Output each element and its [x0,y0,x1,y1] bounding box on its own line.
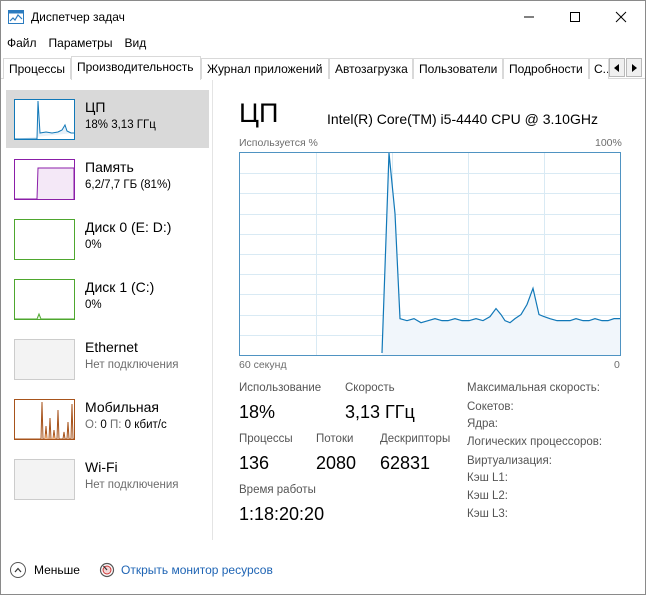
window-title: Диспетчер задач [31,10,125,24]
sidebar-item-subtitle: 0% [85,239,102,251]
resource-monitor-icon [99,562,115,578]
tab-performance[interactable]: Производительность [71,56,201,80]
cpu-model-name: Intel(R) Core(TM) i5-4440 CPU @ 3.10GHz [327,111,598,127]
cpu-usage-graph [239,152,621,356]
handles-label: Дескрипторы [380,433,451,445]
tab-services[interactable]: С... [589,58,609,79]
disk-0-thumbnail-graph [14,219,75,260]
cpu-thumbnail-graph [14,99,75,140]
usage-label: Использование [239,382,322,394]
wifi-thumbnail-graph [14,459,75,500]
footer-bar: Меньше Открыть монитор ресурсов [1,557,645,583]
sidebar-item-mobile[interactable]: Мобильная О: 0 П: 0 кбит/с [6,390,209,448]
page-title: ЦП [239,98,279,128]
sidebar-item-title: Диск 0 (E: D:) [85,219,172,235]
tab-users[interactable]: Пользователи [413,58,503,79]
open-resource-monitor-link[interactable]: Открыть монитор ресурсов [99,562,273,578]
sidebar-item-subtitle: 18% 3,13 ГГц [85,119,156,131]
tab-processes[interactable]: Процессы [3,58,71,79]
sidebar-item-memory[interactable]: Память 6,2/7,7 ГБ (81%) [6,150,209,208]
sidebar-item-subtitle: Нет подключения [85,479,179,491]
chevron-up-icon [10,562,26,578]
arrow-right-icon [632,63,637,72]
sidebar-item-disk-1[interactable]: Диск 1 (C:) 0% [6,270,209,328]
arrow-left-icon [614,63,619,72]
graph-top-left-label: Используется % [239,137,318,149]
close-icon [615,11,627,23]
threads-value: 2080 [316,453,357,473]
minimize-icon [524,16,534,18]
graph-top-right-label: 100% [595,137,622,149]
maximize-icon [570,12,580,22]
resource-sidebar: ЦП 18% 3,13 ГГц Память 6,2/7,7 ГБ (81%) … [1,80,213,540]
fewer-details-button[interactable]: Меньше [10,562,80,578]
tab-bar: Процессы Производительность Журнал прило… [1,56,645,80]
info-l3-cache-label: Кэш L3: [467,508,508,520]
sidebar-item-cpu[interactable]: ЦП 18% 3,13 ГГц [6,90,209,148]
sidebar-item-title: ЦП [85,99,106,115]
send-label: О: [85,419,98,431]
task-manager-icon [8,10,24,24]
uptime-value: 1:18:20:20 [239,504,325,524]
task-manager-window: Диспетчер задач Файл Параметры Вид Проце… [0,0,646,595]
sidebar-item-subtitle: Нет подключения [85,359,179,371]
open-resource-monitor-label: Открыть монитор ресурсов [121,563,273,577]
tab-startup[interactable]: Автозагрузка [329,58,413,79]
uptime-label: Время работы [239,484,316,496]
menu-bar: Файл Параметры Вид [1,34,645,54]
send-value: 0 [100,419,107,431]
menu-view[interactable]: Вид [118,34,152,54]
menu-options[interactable]: Параметры [43,34,119,54]
threads-label: Потоки [316,433,354,445]
tab-scroll-left-button[interactable] [609,58,625,77]
usage-value: 18% [239,402,276,422]
mobile-thumbnail-graph [14,399,75,440]
tab-scroll-right-button[interactable] [626,58,642,77]
sidebar-item-title: Ethernet [85,339,138,355]
memory-thumbnail-graph [14,159,75,200]
menu-file[interactable]: Файл [1,34,43,54]
info-cores-label: Ядра: [467,418,499,430]
tab-app-history[interactable]: Журнал приложений [201,58,329,79]
graph-bottom-left-label: 60 секунд [239,359,287,371]
maximize-button[interactable] [552,1,598,33]
cpu-usage-graph-svg [240,152,620,355]
info-max-speed-label: Максимальная скорость: [467,382,600,394]
sidebar-item-title: Мобильная [85,399,160,415]
speed-value: 3,13 ГГц [345,402,415,422]
info-virtualization-label: Виртуализация: [467,455,552,467]
disk-1-thumbnail-graph [14,279,75,320]
sidebar-item-title: Wi-Fi [85,459,118,475]
handles-value: 62831 [380,453,431,473]
minimize-button[interactable] [506,1,552,33]
sidebar-item-subtitle: О: 0 П: 0 кбит/с [85,419,167,431]
tab-details[interactable]: Подробности [503,58,589,79]
info-logical-processors-label: Логических процессоров: [467,436,603,448]
graph-bottom-right-label: 0 [614,359,620,371]
sidebar-item-wifi[interactable]: Wi-Fi Нет подключения [6,450,209,508]
receive-value: 0 кбит/с [124,419,167,431]
processes-label: Процессы [239,433,293,445]
title-bar[interactable]: Диспетчер задач [1,1,645,33]
sidebar-item-disk-0[interactable]: Диск 0 (E: D:) 0% [6,210,209,268]
processes-value: 136 [239,453,270,473]
sidebar-item-ethernet[interactable]: Ethernet Нет подключения [6,330,209,388]
fewer-details-label: Меньше [34,563,80,577]
sidebar-item-title: Память [85,159,134,175]
sidebar-item-title: Диск 1 (C:) [85,279,155,295]
info-l1-cache-label: Кэш L1: [467,472,508,484]
close-button[interactable] [598,1,644,33]
info-l2-cache-label: Кэш L2: [467,490,508,502]
receive-label: П: [109,419,122,431]
sidebar-item-subtitle: 0% [85,299,102,311]
speed-label: Скорость [345,382,395,394]
info-sockets-label: Сокетов: [467,401,514,413]
sidebar-item-subtitle: 6,2/7,7 ГБ (81%) [85,179,172,191]
ethernet-thumbnail-graph [14,339,75,380]
